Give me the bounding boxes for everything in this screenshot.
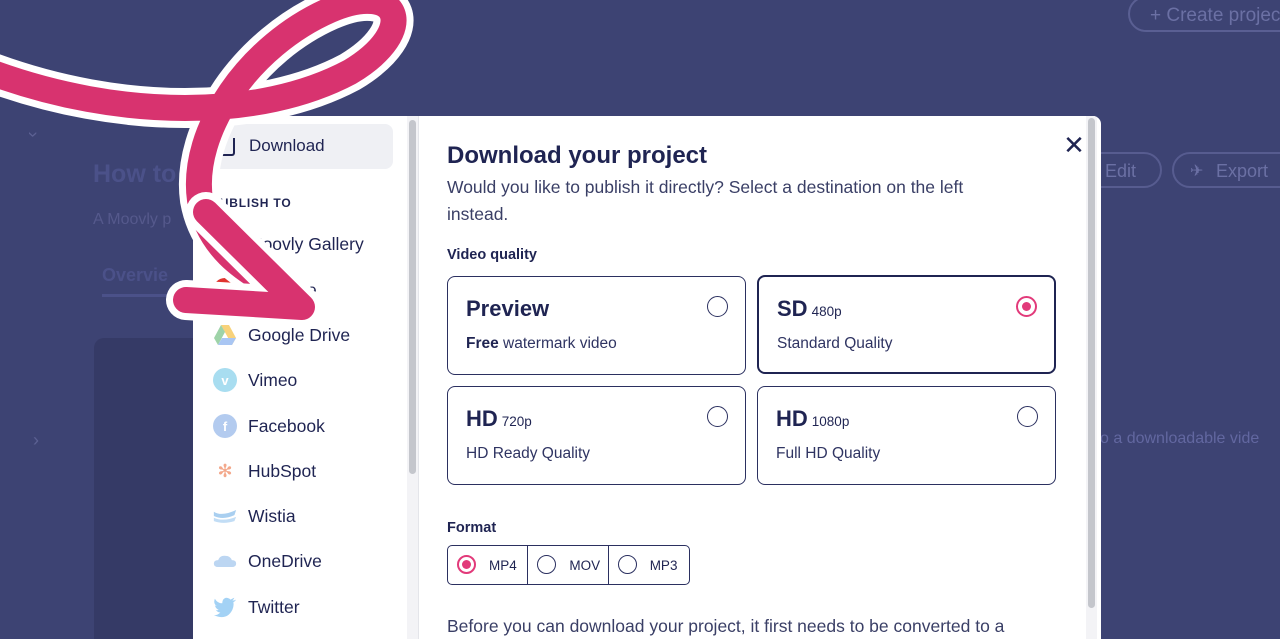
google-drive-icon xyxy=(213,323,237,347)
modal-scrollbar-thumb[interactable] xyxy=(1088,118,1095,608)
create-project-button[interactable]: + Create project xyxy=(1128,0,1280,32)
quality-name: HD 1080p xyxy=(776,406,850,431)
modal-title: Download your project xyxy=(447,142,708,169)
quality-name: SD 480p xyxy=(777,296,842,321)
wistia-icon xyxy=(213,504,237,528)
video-quality-label: Video quality xyxy=(447,247,537,263)
quality-description: Full HD Quality xyxy=(776,445,881,462)
modal-subtitle: Would you like to publish it directly? S… xyxy=(447,177,964,224)
publish-heading: PUBLISH TO xyxy=(211,196,292,210)
tab-overview[interactable]: Overvie xyxy=(102,265,169,297)
format-option-mp3[interactable]: MP3 xyxy=(609,546,689,584)
gallery-icon: ▦ xyxy=(213,232,237,256)
publish-sidebar: Download PUBLISH TO ▦ Moovly Gallery ▶ Y… xyxy=(193,116,404,639)
format-option-mov[interactable]: MOV xyxy=(528,546,609,584)
quality-option-preview[interactable]: Preview Free watermark video xyxy=(447,276,746,375)
format-radio-selected[interactable] xyxy=(457,555,476,574)
sidebar-item-label: YouTube xyxy=(248,280,317,300)
download-panel: Download your project Would you like to … xyxy=(419,116,1083,639)
quality-description: Free watermark video xyxy=(466,335,617,352)
export-button[interactable]: ✈ Export xyxy=(1172,152,1280,188)
quality-option-hd-1080[interactable]: HD 1080p Full HD Quality xyxy=(757,386,1056,485)
format-selector: MP4 MOV MP3 xyxy=(447,545,690,585)
hubspot-icon: ✻ xyxy=(217,460,233,481)
video-preview-card xyxy=(94,338,204,639)
format-option-label: MP3 xyxy=(649,558,678,573)
sidebar-item-vimeo[interactable]: v Vimeo xyxy=(211,363,401,397)
quality-radio-selected[interactable] xyxy=(1016,296,1037,317)
quality-option-hd-720[interactable]: HD 720p HD Ready Quality xyxy=(447,386,746,485)
download-modal: Download PUBLISH TO ▦ Moovly Gallery ▶ Y… xyxy=(193,116,1101,639)
onedrive-icon xyxy=(213,549,237,573)
quality-name: HD 720p xyxy=(466,406,532,431)
project-description: A Moovly p xyxy=(93,211,172,228)
sidebar-item-label: Download xyxy=(249,136,325,155)
format-option-label: MOV xyxy=(569,558,601,573)
format-label: Format xyxy=(447,520,497,536)
sidebar-scrollbar-thumb[interactable] xyxy=(409,120,416,474)
twitter-icon xyxy=(213,595,237,619)
sidebar-item-label: Moovly Gallery xyxy=(248,234,364,254)
download-icon xyxy=(217,138,235,156)
facebook-icon: f xyxy=(213,414,237,438)
sidebar-item-label: Facebook xyxy=(248,416,325,436)
quality-name: Preview xyxy=(466,296,550,321)
youtube-icon: ▶ xyxy=(213,278,237,302)
sidebar-item-twitter[interactable]: Twitter xyxy=(211,590,401,624)
vimeo-icon: v xyxy=(213,368,237,392)
sidebar-item-moovly-gallery[interactable]: ▦ Moovly Gallery xyxy=(211,227,401,261)
quality-radio[interactable] xyxy=(707,406,728,427)
sidebar-item-facebook[interactable]: f Facebook xyxy=(211,409,401,443)
close-icon[interactable]: ✕ xyxy=(1061,132,1087,158)
quality-option-sd[interactable]: SD 480p Standard Quality xyxy=(757,275,1056,374)
sidebar-item-wistia[interactable]: Wistia xyxy=(211,499,401,533)
format-radio[interactable] xyxy=(537,555,557,574)
background-text: o a downloadable vide xyxy=(1100,430,1260,447)
sidebar-item-label: OneDrive xyxy=(248,551,322,571)
quality-description: Standard Quality xyxy=(777,335,893,352)
sidebar-item-label: Google Drive xyxy=(248,325,351,345)
chevron-down-icon[interactable]: › xyxy=(23,132,44,138)
sidebar-item-onedrive[interactable]: OneDrive xyxy=(211,544,401,578)
rocket-icon: ✈ xyxy=(1190,163,1204,180)
sidebar-item-label: Twitter xyxy=(248,597,300,617)
chevron-right-icon[interactable]: › xyxy=(33,430,39,451)
export-label: Export xyxy=(1216,161,1269,181)
sidebar-item-label: HubSpot xyxy=(248,461,317,481)
quality-radio[interactable] xyxy=(1017,406,1038,427)
sidebar-item-youtube[interactable]: ▶ YouTube xyxy=(211,273,401,307)
back-link[interactable]: Back to xyxy=(120,103,170,120)
quality-description: HD Ready Quality xyxy=(466,445,591,462)
format-radio[interactable] xyxy=(617,555,637,574)
conversion-note: Before you can download your project, it… xyxy=(447,616,1005,636)
format-option-label: MP4 xyxy=(489,558,517,573)
sidebar-item-label: Vimeo xyxy=(248,370,298,390)
format-option-mp4[interactable]: MP4 xyxy=(448,546,529,584)
sidebar-item-label: Wistia xyxy=(248,506,296,526)
project-title: How to xyxy=(93,160,177,188)
sidebar-item-download[interactable]: Download xyxy=(201,124,393,169)
sidebar-item-hubspot[interactable]: ✻ HubSpot xyxy=(211,454,401,488)
sidebar-item-google-drive[interactable]: Google Drive xyxy=(211,318,401,352)
quality-radio[interactable] xyxy=(707,296,728,317)
